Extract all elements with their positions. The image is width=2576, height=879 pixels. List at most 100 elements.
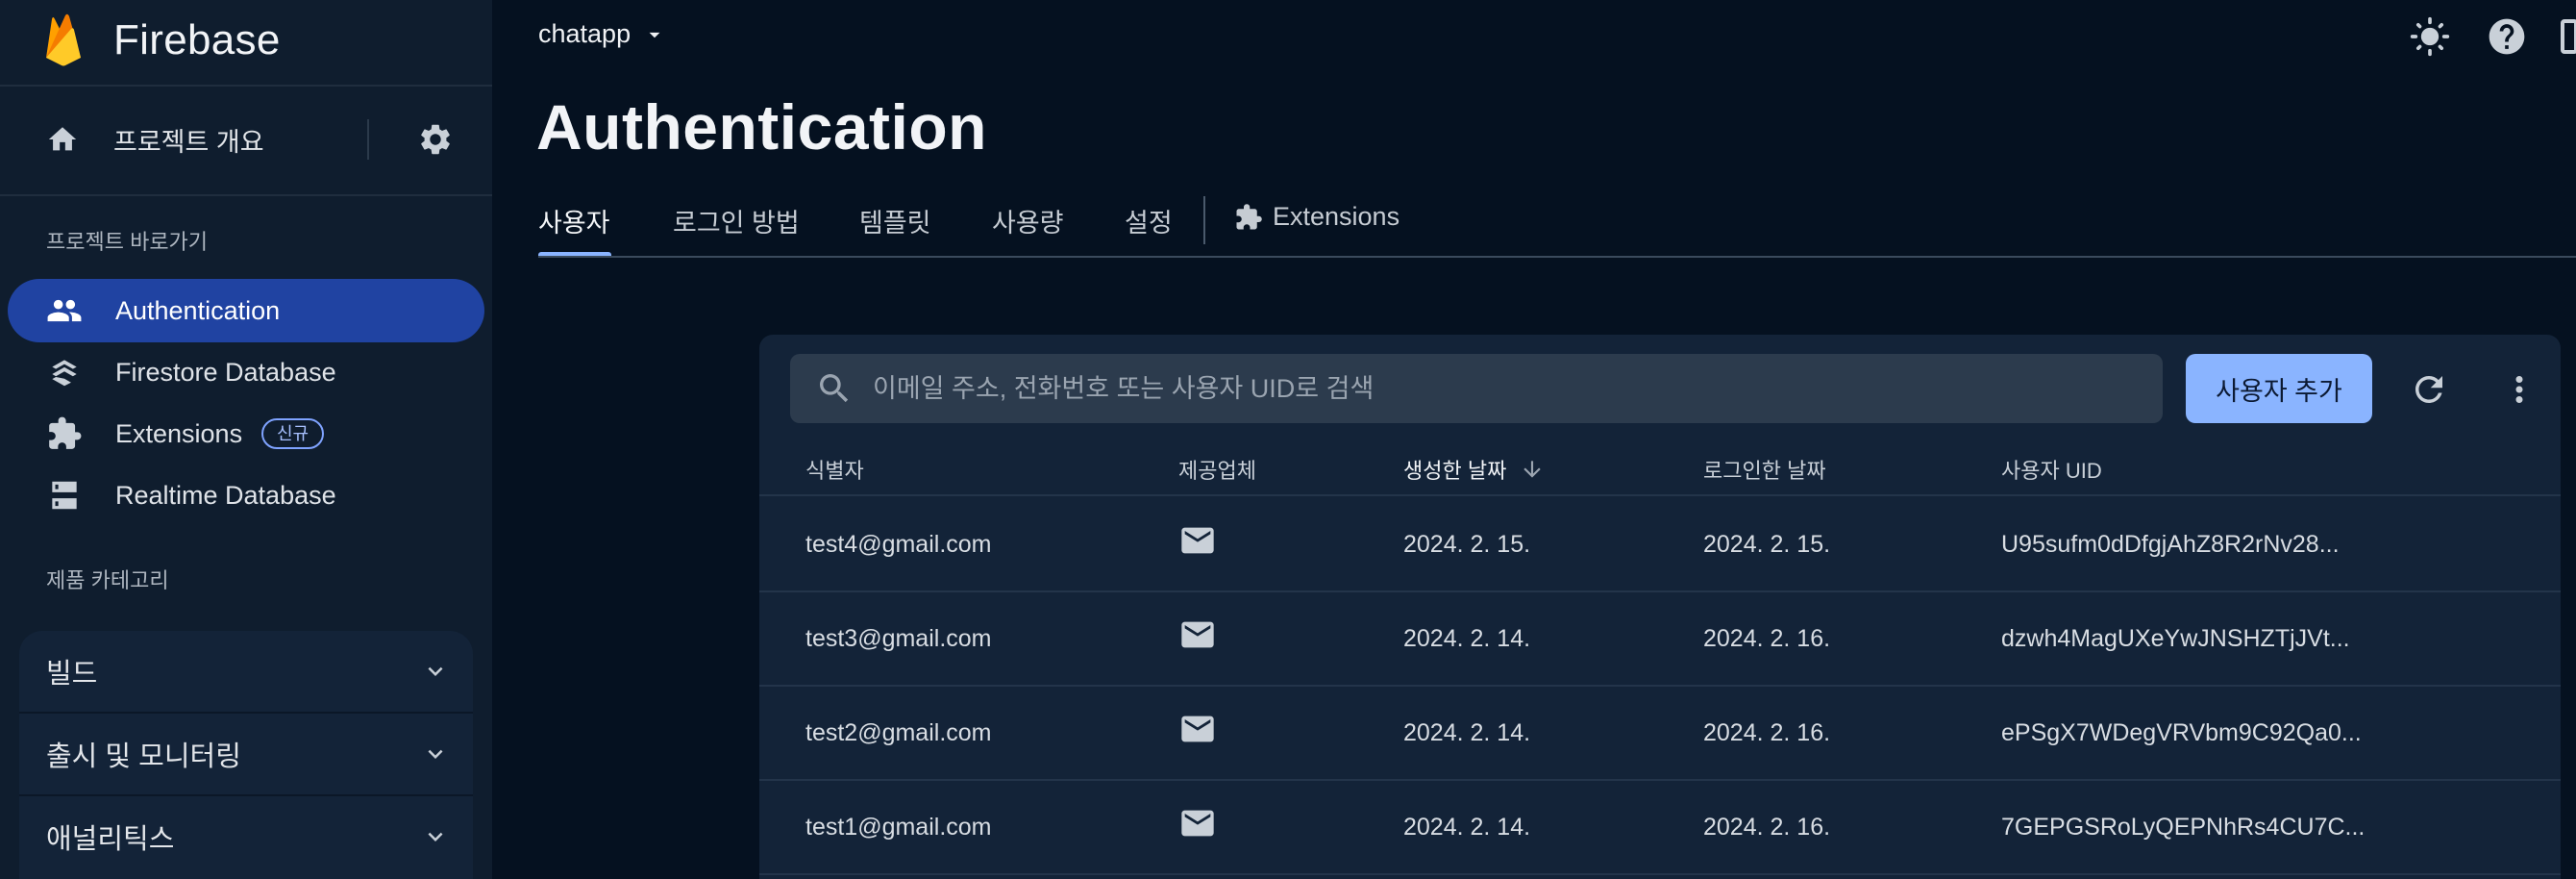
tab-usage[interactable]: 사용량 — [992, 202, 1064, 239]
column-label: 생성한 날짜 — [1403, 459, 1507, 483]
signed-in-date: 2024. 2. 16. — [1703, 814, 1831, 841]
created-date: 2024. 2. 15. — [1403, 531, 1531, 558]
sidebar-item-label: Firestore Database — [115, 357, 336, 387]
tab-users[interactable]: 사용자 — [538, 202, 610, 239]
sort-arrow-down-icon — [1523, 461, 1541, 478]
created-date: 2024. 2. 14. — [1403, 719, 1531, 746]
overview-separator — [367, 119, 369, 160]
table-row[interactable]: test3@gmail.com 2024. 2. 14. 2024. 2. 16… — [759, 592, 2561, 687]
sidebar: Firebase 프로젝트 개요 프로젝트 바로가기 Authenticatio… — [0, 0, 492, 879]
category-analytics[interactable]: 애널리틱스 — [19, 796, 473, 877]
chevron-down-icon — [428, 749, 443, 759]
refresh-icon[interactable] — [2409, 369, 2449, 410]
user-uid: ePSgX7WDegVRVbm9C92Qa0... — [2001, 719, 2362, 746]
column-label: 식별자 — [805, 459, 864, 483]
category-label: 출시 및 모니터링 — [46, 741, 241, 772]
firebase-brand[interactable]: Firebase — [42, 10, 281, 71]
page-title: Authentication — [536, 91, 987, 163]
user-identifier: test4@gmail.com — [805, 531, 992, 558]
project-selector[interactable]: chatapp — [538, 19, 667, 49]
home-icon — [48, 127, 77, 151]
table-header: 식별자 제공업체 생성한 날짜 로그인한 날짜 사용자 UID — [759, 439, 2561, 496]
column-identifier[interactable]: 식별자 — [805, 454, 864, 485]
sidebar-divider — [0, 194, 492, 196]
category-label: 빌드 — [46, 659, 98, 690]
category-build[interactable]: 빌드 — [19, 631, 473, 712]
user-uid: 7GEPGSRoLyQEPNhRs4CU7C... — [2001, 814, 2365, 841]
column-label: 로그인한 날짜 — [1703, 459, 1826, 483]
theme-brightness-icon[interactable] — [2409, 15, 2451, 58]
email-icon — [1178, 804, 1217, 842]
sidebar-item-realtime-database[interactable]: Realtime Database — [8, 464, 484, 527]
more-vert-icon[interactable] — [2499, 369, 2539, 410]
shortcuts-section-label: 프로젝트 바로가기 — [46, 230, 209, 254]
tab-label: 사용량 — [992, 209, 1064, 238]
categories-section-label: 제품 카테고리 — [46, 568, 169, 592]
tab-sign-in-method[interactable]: 로그인 방법 — [673, 202, 800, 239]
column-created[interactable]: 생성한 날짜 — [1403, 454, 1545, 485]
gear-icon[interactable] — [417, 121, 454, 158]
users-card: 사용자 추가 식별자 제공업체 생성한 날짜 로그인한 날짜 사용자 UID t… — [759, 335, 2561, 879]
table-row[interactable]: test1@gmail.com 2024. 2. 14. 2024. 2. 16… — [759, 781, 2561, 875]
sidebar-divider — [0, 85, 492, 87]
search-icon — [820, 374, 849, 403]
people-icon — [47, 299, 82, 322]
tab-label: 사용자 — [538, 209, 610, 238]
firestore-icon — [52, 360, 77, 387]
sidebar-item-label: Realtime Database — [115, 480, 336, 510]
email-icon — [1178, 521, 1217, 560]
sidebar-item-label: Authentication — [115, 295, 281, 325]
tab-separator — [1203, 196, 1205, 244]
sidebar-item-label: Extensions — [115, 418, 243, 448]
created-date: 2024. 2. 14. — [1403, 814, 1531, 841]
column-provider[interactable]: 제공업체 — [1178, 454, 1256, 485]
column-label: 사용자 UID — [2001, 459, 2102, 483]
tabs-divider — [538, 256, 2576, 258]
created-date: 2024. 2. 14. — [1403, 625, 1531, 652]
signed-in-date: 2024. 2. 15. — [1703, 531, 1831, 558]
search-input[interactable] — [873, 354, 2142, 423]
tab-label: 템플릿 — [859, 209, 931, 238]
brand-name: Firebase — [113, 16, 281, 63]
add-user-button[interactable]: 사용자 추가 — [2186, 354, 2372, 423]
new-badge: 신규 — [261, 418, 325, 449]
extension-icon — [49, 416, 82, 449]
category-label: 애널리틱스 — [46, 824, 175, 855]
tab-templates[interactable]: 템플릿 — [859, 202, 931, 239]
help-icon[interactable] — [2486, 15, 2528, 58]
chevron-down-icon — [428, 832, 443, 841]
tab-extensions[interactable]: Extensions — [1234, 202, 1399, 232]
category-release-monitoring[interactable]: 출시 및 모니터링 — [19, 714, 473, 794]
apps-icon[interactable] — [2561, 15, 2576, 58]
user-identifier: test1@gmail.com — [805, 814, 992, 841]
tab-label: 로그인 방법 — [673, 209, 800, 238]
tab-label: 설정 — [1125, 209, 1173, 238]
extension-icon — [1236, 203, 1262, 229]
column-signed-in[interactable]: 로그인한 날짜 — [1703, 454, 1826, 485]
chevron-down-icon — [428, 666, 443, 676]
table-row[interactable]: test4@gmail.com 2024. 2. 15. 2024. 2. 15… — [759, 498, 2561, 592]
column-uid[interactable]: 사용자 UID — [2001, 454, 2102, 485]
project-name: chatapp — [538, 19, 632, 48]
user-uid: dzwh4MagUXeYwJNSHZTjJVt... — [2001, 625, 2350, 652]
column-label: 제공업체 — [1178, 459, 1256, 483]
project-overview-label: 프로젝트 개요 — [113, 127, 264, 157]
email-icon — [1178, 615, 1217, 654]
sidebar-item-extensions[interactable]: Extensions 신규 — [8, 402, 484, 465]
user-uid: U95sufm0dDfgjAhZ8R2rNv28... — [2001, 531, 2340, 558]
user-identifier: test2@gmail.com — [805, 719, 992, 746]
firebase-logo-icon — [46, 13, 81, 66]
sidebar-item-authentication[interactable]: Authentication — [8, 279, 484, 342]
category-group: 빌드 출시 및 모니터링 애널리틱스 — [19, 631, 473, 879]
tab-label: Extensions — [1273, 202, 1400, 231]
user-identifier: test3@gmail.com — [805, 625, 992, 652]
signed-in-date: 2024. 2. 16. — [1703, 625, 1831, 652]
tab-settings[interactable]: 설정 — [1125, 202, 1173, 239]
project-overview[interactable]: 프로젝트 개요 — [46, 113, 469, 165]
email-icon — [1178, 710, 1217, 748]
sidebar-item-firestore[interactable]: Firestore Database — [8, 340, 484, 404]
database-icon — [52, 481, 77, 510]
table-row[interactable]: test2@gmail.com 2024. 2. 14. 2024. 2. 16… — [759, 687, 2561, 781]
user-search — [790, 354, 2163, 423]
signed-in-date: 2024. 2. 16. — [1703, 719, 1831, 746]
